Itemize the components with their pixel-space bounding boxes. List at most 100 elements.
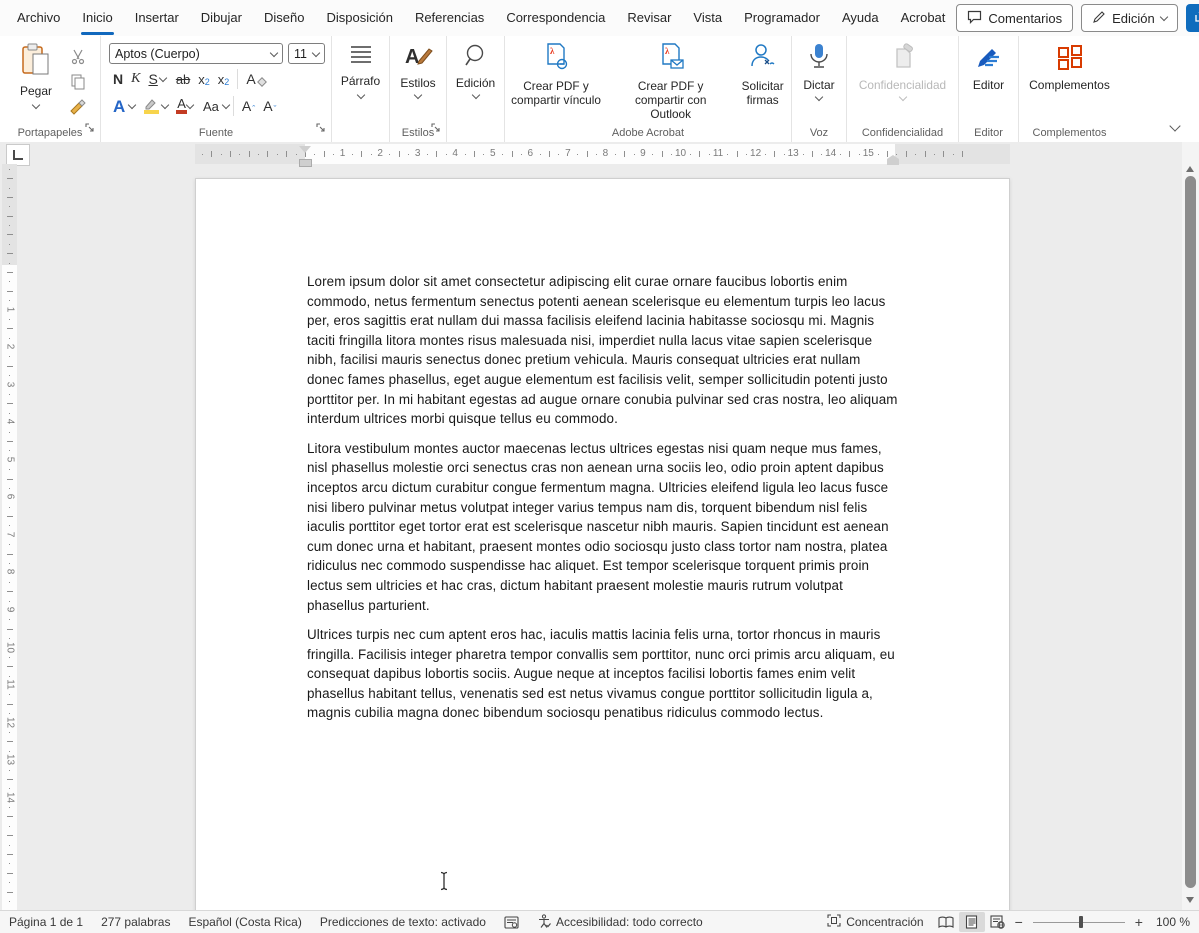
font-color-button[interactable]: A (176, 98, 187, 114)
chevron-down-icon[interactable] (159, 74, 167, 82)
italic-button[interactable]: K (127, 70, 144, 88)
tab-referencias[interactable]: Referencias (404, 0, 495, 36)
chevron-down-icon (312, 48, 320, 56)
editing-mode-button[interactable]: Edición (1081, 4, 1178, 32)
scroll-up-arrow-icon[interactable] (1186, 166, 1194, 172)
ruler-mark (7, 516, 13, 517)
left-indent-marker[interactable] (299, 159, 312, 167)
superscript-button[interactable]: x2 (214, 71, 234, 88)
create-pdf-outlook-button[interactable]: λ Crear PDF y compartir con Outlook (613, 42, 728, 121)
text-effects-button[interactable]: A (109, 97, 129, 116)
change-case-button[interactable]: Aa (199, 98, 223, 115)
ruler-mark (9, 676, 10, 677)
scroll-down-arrow-icon[interactable] (1186, 897, 1194, 903)
focus-mode-button[interactable]: Concentración (818, 914, 932, 930)
tab-ayuda[interactable]: Ayuda (831, 0, 890, 36)
share-button[interactable] (1186, 4, 1199, 32)
tab-correspondencia[interactable]: Correspondencia (495, 0, 616, 36)
font-size-combo[interactable]: 11 (288, 43, 325, 64)
group-voice: Dictar Voz (792, 36, 847, 142)
sensitivity-tag-icon (889, 43, 917, 74)
ruler-mark (296, 154, 297, 155)
format-painter-button[interactable] (66, 96, 90, 118)
tab-diseno[interactable]: Diseño (253, 0, 315, 36)
copy-button[interactable] (66, 71, 90, 93)
cut-button[interactable] (66, 46, 90, 68)
addins-grid-icon (1056, 43, 1084, 74)
ruler-mark (699, 151, 700, 157)
tab-acrobat[interactable]: Acrobat (890, 0, 957, 36)
word-window: Archivo Inicio Insertar Dibujar Diseño D… (0, 0, 1199, 933)
request-signatures-button[interactable]: Solicitar firmas (734, 42, 791, 107)
tab-archivo[interactable]: Archivo (6, 0, 71, 36)
vertical-ruler[interactable]: 1234567891011121314 (2, 164, 17, 911)
zoom-slider[interactable] (1033, 912, 1125, 932)
chevron-down-icon[interactable] (161, 101, 169, 109)
tab-inicio[interactable]: Inicio (71, 0, 123, 36)
font-dialog-launcher-icon[interactable] (316, 120, 326, 138)
tab-dibujar[interactable]: Dibujar (190, 0, 253, 36)
document-paragraph[interactable]: Litora vestibulum montes auctor maecenas… (307, 439, 898, 615)
subscript-button[interactable]: x2 (194, 71, 214, 88)
group-clipboard: Pegar Portapapeles (0, 36, 101, 142)
document-paragraph[interactable]: Ultrices turpis nec cum aptent eros hac,… (307, 625, 898, 723)
shrink-font-button[interactable]: Aˇ (259, 97, 280, 115)
ruler-mark (9, 188, 10, 189)
zoom-slider-handle[interactable] (1079, 916, 1083, 928)
ruler-mark (577, 154, 578, 155)
ruler-mark: 7 (562, 148, 574, 159)
text-predictions-indicator[interactable]: Predicciones de texto: activado (311, 915, 495, 929)
zoom-level[interactable]: 100 % (1147, 915, 1199, 929)
ruler-mark: 5 (487, 148, 499, 159)
font-name-combo[interactable]: Aptos (Cuerpo) (109, 43, 283, 64)
page-count[interactable]: Página 1 de 1 (0, 915, 92, 929)
paragraph-button[interactable]: Párrafo (332, 36, 389, 142)
tab-vista[interactable]: Vista (682, 0, 733, 36)
editing-button[interactable]: Edición (447, 36, 504, 142)
web-layout-button[interactable] (985, 912, 1011, 932)
highlight-color-button[interactable] (143, 98, 159, 114)
ruler-mark (9, 244, 10, 245)
document-paragraph[interactable]: Lorem ipsum dolor sit amet consectetur a… (307, 272, 898, 429)
tab-stop-selector[interactable] (6, 144, 30, 166)
collapse-ribbon-chevron-icon[interactable] (1169, 120, 1180, 131)
print-layout-button[interactable] (959, 912, 985, 932)
underline-button[interactable]: S (144, 70, 159, 88)
comment-bubble-icon (967, 10, 982, 27)
page[interactable]: Lorem ipsum dolor sit amet consectetur a… (195, 178, 1010, 911)
tab-insertar[interactable]: Insertar (124, 0, 190, 36)
zoom-out-button[interactable]: − (1011, 914, 1027, 930)
tab-revisar[interactable]: Revisar (616, 0, 682, 36)
chevron-down-icon[interactable] (222, 101, 230, 109)
pencil-icon (1092, 10, 1106, 27)
vertical-scrollbar[interactable] (1182, 142, 1199, 911)
read-mode-button[interactable] (933, 912, 959, 932)
ruler-mark (399, 151, 400, 157)
text-predictions-icon[interactable] (495, 916, 528, 929)
horizontal-ruler[interactable]: 123456789101112131415 (195, 144, 1010, 164)
ruler-mark (9, 845, 10, 846)
focus-icon (827, 914, 841, 930)
chevron-down-icon[interactable] (186, 101, 194, 109)
document-text[interactable]: Lorem ipsum dolor sit amet consectetur a… (307, 272, 898, 733)
strikethrough-button[interactable]: ab (172, 71, 194, 88)
scrollbar-thumb[interactable] (1185, 176, 1196, 888)
ruler-mark (7, 272, 13, 273)
ruler-mark (267, 151, 268, 157)
tab-programador[interactable]: Programador (733, 0, 831, 36)
chevron-down-icon[interactable] (128, 101, 136, 109)
zoom-in-button[interactable]: + (1131, 914, 1147, 930)
language-indicator[interactable]: Español (Costa Rica) (179, 915, 310, 929)
accessibility-status[interactable]: Accesibilidad: todo correcto (528, 914, 712, 931)
chevron-down-icon (356, 91, 364, 99)
comments-button[interactable]: Comentarios (956, 4, 1073, 32)
ruler-mark: 2 (374, 148, 386, 159)
grow-font-button[interactable]: Aˆ (238, 97, 259, 115)
clipboard-dialog-launcher-icon[interactable] (85, 120, 95, 138)
word-count[interactable]: 277 palabras (92, 915, 179, 929)
styles-dialog-launcher-icon[interactable] (431, 120, 441, 138)
tab-disposicion[interactable]: Disposición (315, 0, 403, 36)
create-pdf-link-button[interactable]: λ Crear PDF y compartir vínculo (505, 42, 607, 107)
bold-button[interactable]: N (109, 70, 127, 88)
clear-formatting-button[interactable]: A (242, 70, 270, 88)
